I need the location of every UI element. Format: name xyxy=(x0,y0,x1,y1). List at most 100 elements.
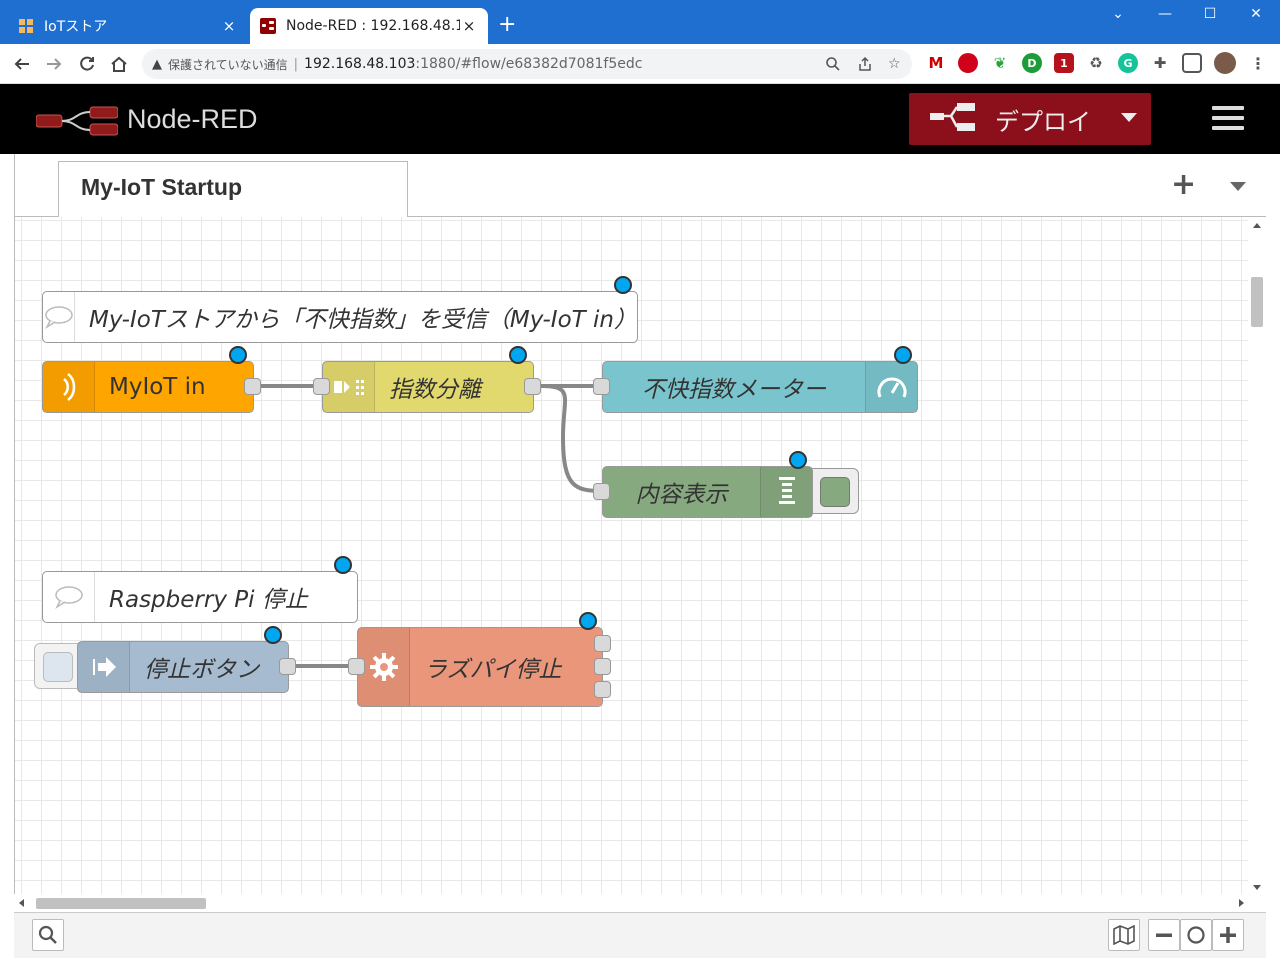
split-node[interactable]: 指数分離 xyxy=(322,361,534,413)
navigator-map-icon[interactable] xyxy=(1108,919,1140,951)
debug-toggle-icon xyxy=(820,477,850,507)
output-port-stdout[interactable] xyxy=(594,635,611,652)
node-red-header: Node-RED デプロイ xyxy=(0,84,1280,154)
scroll-right-icon[interactable] xyxy=(1239,899,1244,907)
tab-title: Node-RED : 192.168.48.103 xyxy=(286,18,460,34)
input-port[interactable] xyxy=(348,658,365,675)
forward-icon[interactable] xyxy=(42,52,66,76)
url-field[interactable]: ▲ 保護されていない通信 | 192.168.48.103 :1880/#flo… xyxy=(142,49,912,79)
zoom-reset-icon[interactable] xyxy=(1180,919,1212,951)
changed-indicator xyxy=(334,556,352,574)
scroll-up-icon[interactable] xyxy=(1253,223,1261,228)
deploy-menu-caret-icon[interactable] xyxy=(1121,113,1137,122)
zoom-in-icon[interactable] xyxy=(1212,919,1244,951)
browser-tab-node-red[interactable]: Node-RED : 192.168.48.103 × xyxy=(250,8,488,44)
close-window-icon[interactable]: ✕ xyxy=(1241,6,1271,22)
changed-indicator xyxy=(894,346,912,364)
mqtt-in-node[interactable]: MyIoT in xyxy=(42,361,254,413)
url-path: :1880/#flow/e68382d7081f5edc xyxy=(415,56,643,72)
tab-title: IoTストア xyxy=(44,19,108,35)
output-port[interactable] xyxy=(244,378,261,395)
scroll-left-icon[interactable] xyxy=(19,899,24,907)
minimize-icon[interactable]: — xyxy=(1150,6,1180,22)
changed-indicator xyxy=(789,451,807,469)
new-tab-button[interactable]: + xyxy=(498,14,516,36)
changed-indicator xyxy=(579,612,597,630)
url-host: 192.168.48.103 xyxy=(304,56,416,72)
tab-close-icon[interactable]: × xyxy=(220,17,238,35)
vertical-scrollbar[interactable] xyxy=(1248,217,1266,894)
output-port-code[interactable] xyxy=(594,681,611,698)
browser-tab-iot-store[interactable]: IoTストア × xyxy=(8,8,248,44)
evernote-extension-icon[interactable]: ❦ xyxy=(990,53,1010,73)
recycle-extension-icon[interactable]: ♻ xyxy=(1086,53,1106,73)
gear-icon xyxy=(358,628,410,706)
gauge-node[interactable]: 不快指数メーター xyxy=(602,361,918,413)
scroll-down-icon[interactable] xyxy=(1253,885,1261,890)
node-red-favicon-icon xyxy=(260,18,276,34)
warning-icon[interactable]: ▲ xyxy=(152,57,162,72)
profile-avatar[interactable] xyxy=(1214,52,1236,74)
arrow-right-icon xyxy=(78,642,130,692)
flow-list-menu-icon[interactable] xyxy=(1230,182,1246,191)
side-panel-icon[interactable] xyxy=(1182,53,1202,73)
input-port[interactable] xyxy=(593,378,610,395)
debug-node[interactable]: 内容表示 xyxy=(602,466,813,518)
back-icon[interactable] xyxy=(10,52,34,76)
changed-indicator xyxy=(509,346,527,364)
horizontal-scroll-thumb[interactable] xyxy=(36,898,206,909)
input-port[interactable] xyxy=(313,378,330,395)
workspace-footer xyxy=(14,912,1266,958)
share-icon[interactable] xyxy=(857,56,873,76)
browser-titlebar: IoTストア × Node-RED : 192.168.48.103 × + ⌄… xyxy=(0,0,1280,44)
horizontal-scrollbar[interactable] xyxy=(14,894,1266,912)
extensions-puzzle-icon[interactable]: ✚ xyxy=(1150,53,1170,73)
comment-icon xyxy=(43,572,95,622)
button-node[interactable]: 停止ボタン xyxy=(77,641,289,693)
tab-my-iot-startup[interactable]: My-IoT Startup xyxy=(58,161,408,218)
deploy-label: デプロイ xyxy=(995,107,1091,136)
comment-node[interactable]: Raspberry Pi 停止 xyxy=(42,571,358,623)
deploy-button[interactable]: デプロイ xyxy=(909,93,1151,145)
vertical-scroll-thumb[interactable] xyxy=(1251,277,1263,327)
inject-button-icon xyxy=(43,652,73,682)
grammarly-extension-icon[interactable]: G xyxy=(1118,53,1138,73)
zoom-out-icon[interactable] xyxy=(1148,919,1180,951)
exec-node[interactable]: ラズパイ停止 xyxy=(357,627,603,707)
deploy-icon xyxy=(929,101,977,137)
gauge-icon xyxy=(865,362,917,412)
security-status[interactable]: 保護されていない通信 xyxy=(168,56,288,73)
app-title: Node-RED xyxy=(127,104,258,134)
output-port[interactable] xyxy=(279,658,296,675)
gmail-extension-icon[interactable]: M xyxy=(926,53,946,73)
output-port[interactable] xyxy=(524,378,541,395)
red-extension-icon[interactable]: 1 xyxy=(1054,53,1074,73)
maximize-icon[interactable]: ☐ xyxy=(1195,6,1225,22)
bookmark-star-icon[interactable]: ☆ xyxy=(888,56,901,72)
tab-search-icon[interactable]: ⌄ xyxy=(1103,6,1133,22)
search-icon[interactable] xyxy=(32,919,64,951)
main-menu-icon[interactable] xyxy=(1212,106,1244,132)
node-label: 内容表示 xyxy=(635,482,728,508)
comment-label: My-IoTストアから「不快指数」を受信（My-IoT in） xyxy=(89,307,637,333)
changed-indicator xyxy=(264,626,282,644)
input-port[interactable] xyxy=(593,483,610,500)
changed-indicator xyxy=(229,346,247,364)
green-extension-icon[interactable]: D xyxy=(1022,53,1042,73)
node-label: MyIoT in xyxy=(109,374,206,400)
changed-indicator xyxy=(614,276,632,294)
comment-node[interactable]: My-IoTストアから「不快指数」を受信（My-IoT in） xyxy=(42,291,638,343)
shield-extension-icon[interactable] xyxy=(958,53,978,73)
zoom-icon[interactable] xyxy=(825,56,841,76)
mqtt-icon xyxy=(43,362,95,412)
add-flow-button[interactable]: + xyxy=(1171,170,1196,200)
reload-icon[interactable] xyxy=(75,52,99,76)
home-icon[interactable] xyxy=(107,52,131,76)
browser-menu-icon[interactable]: ⋮ xyxy=(1248,53,1268,73)
node-label: 停止ボタン xyxy=(144,657,259,683)
flow-canvas[interactable]: My-IoTストアから「不快指数」を受信（My-IoT in） MyIoT in… xyxy=(14,217,1248,894)
comment-label: Raspberry Pi 停止 xyxy=(109,587,308,613)
tab-close-icon[interactable]: × xyxy=(460,17,478,35)
debug-icon xyxy=(760,467,812,517)
output-port-stderr[interactable] xyxy=(594,658,611,675)
